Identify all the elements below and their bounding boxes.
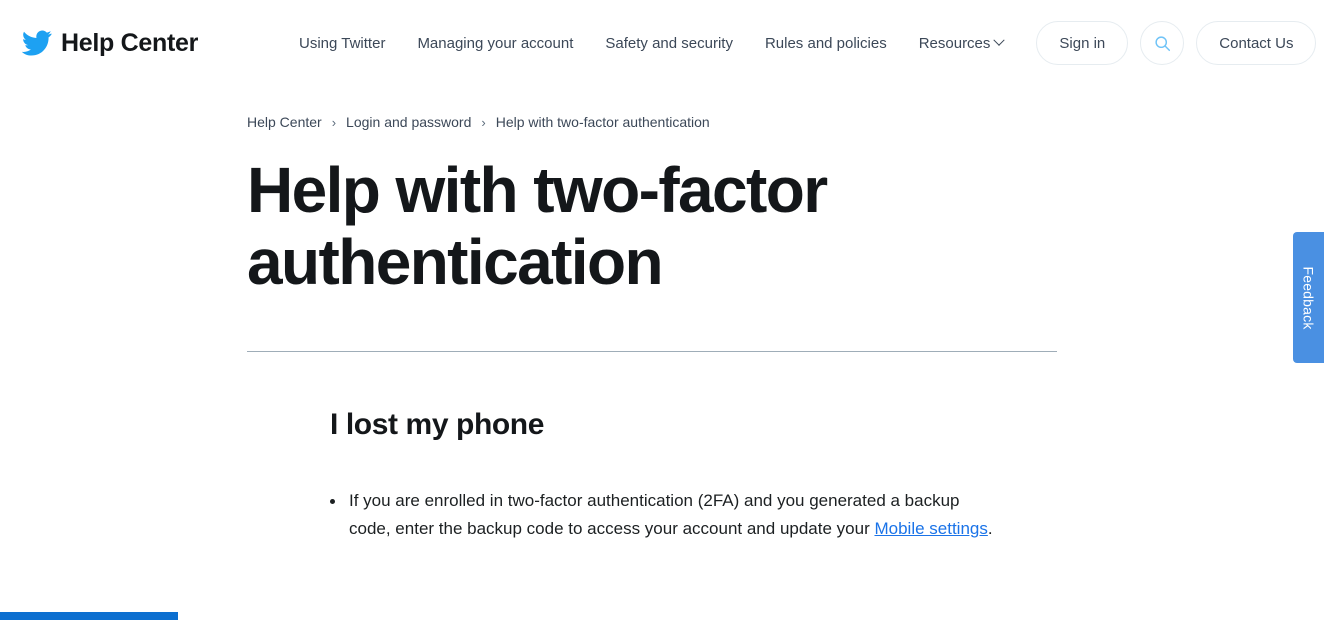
nav-label: Using Twitter bbox=[299, 34, 386, 52]
mobile-settings-link[interactable]: Mobile settings bbox=[874, 519, 987, 538]
section-heading: I lost my phone bbox=[330, 408, 545, 442]
nav-item-managing-your-account[interactable]: Managing your account bbox=[401, 35, 589, 52]
nav-item-using-twitter[interactable]: Using Twitter bbox=[299, 35, 401, 52]
nav-item-rules-and-policies[interactable]: Rules and policies bbox=[749, 35, 903, 52]
nav-item-resources[interactable]: Resources bbox=[903, 35, 1020, 52]
bullet-list: If you are enrolled in two-factor authen… bbox=[330, 487, 1324, 543]
feedback-label: Feedback bbox=[1300, 265, 1317, 330]
sign-in-button[interactable]: Sign in bbox=[1036, 21, 1129, 65]
feedback-tab[interactable]: Feedback bbox=[1293, 232, 1324, 363]
breadcrumb-separator: › bbox=[331, 114, 337, 130]
breadcrumb-item-login-and-password[interactable]: Login and password bbox=[346, 115, 471, 129]
search-icon bbox=[1154, 35, 1171, 52]
nav-label: Managing your account bbox=[417, 34, 574, 52]
contact-us-button[interactable]: Contact Us bbox=[1196, 21, 1317, 65]
page-load-progress-bar bbox=[0, 612, 178, 620]
main-content: Help Center › Login and password › Help … bbox=[0, 115, 1324, 543]
breadcrumb-item-current: Help with two-factor authentication bbox=[495, 114, 710, 130]
nav-label: Safety and security bbox=[605, 34, 733, 52]
page-title: Help with two-factor authentication bbox=[247, 154, 828, 298]
list-item: If you are enrolled in two-factor authen… bbox=[330, 487, 997, 543]
list-item-text: If you are enrolled in two-factor authen… bbox=[349, 491, 960, 539]
search-button[interactable] bbox=[1140, 21, 1185, 65]
nav-label: Rules and policies bbox=[764, 34, 887, 52]
breadcrumb-item-help-center[interactable]: Help Center bbox=[247, 115, 322, 129]
header-actions: Sign in Contact Us bbox=[1036, 21, 1317, 65]
brand-name: Help Center bbox=[61, 28, 199, 57]
chevron-down-icon bbox=[993, 34, 1006, 46]
breadcrumb-separator: › bbox=[481, 114, 486, 130]
site-header: Help Center Using Twitter Managing your … bbox=[0, 0, 1324, 86]
nav-item-safety-and-security[interactable]: Safety and security bbox=[589, 35, 749, 52]
breadcrumb: Help Center › Login and password › Help … bbox=[247, 115, 1324, 129]
nav-label: Resources bbox=[918, 34, 991, 52]
list-item-text-tail: . bbox=[987, 519, 993, 539]
article-body: I lost my phone If you are enrolled in t… bbox=[247, 352, 1324, 543]
brand-logo-link[interactable]: Help Center bbox=[22, 29, 198, 58]
twitter-bird-icon bbox=[22, 30, 52, 56]
main-navigation: Using Twitter Managing your account Safe… bbox=[299, 35, 1019, 52]
